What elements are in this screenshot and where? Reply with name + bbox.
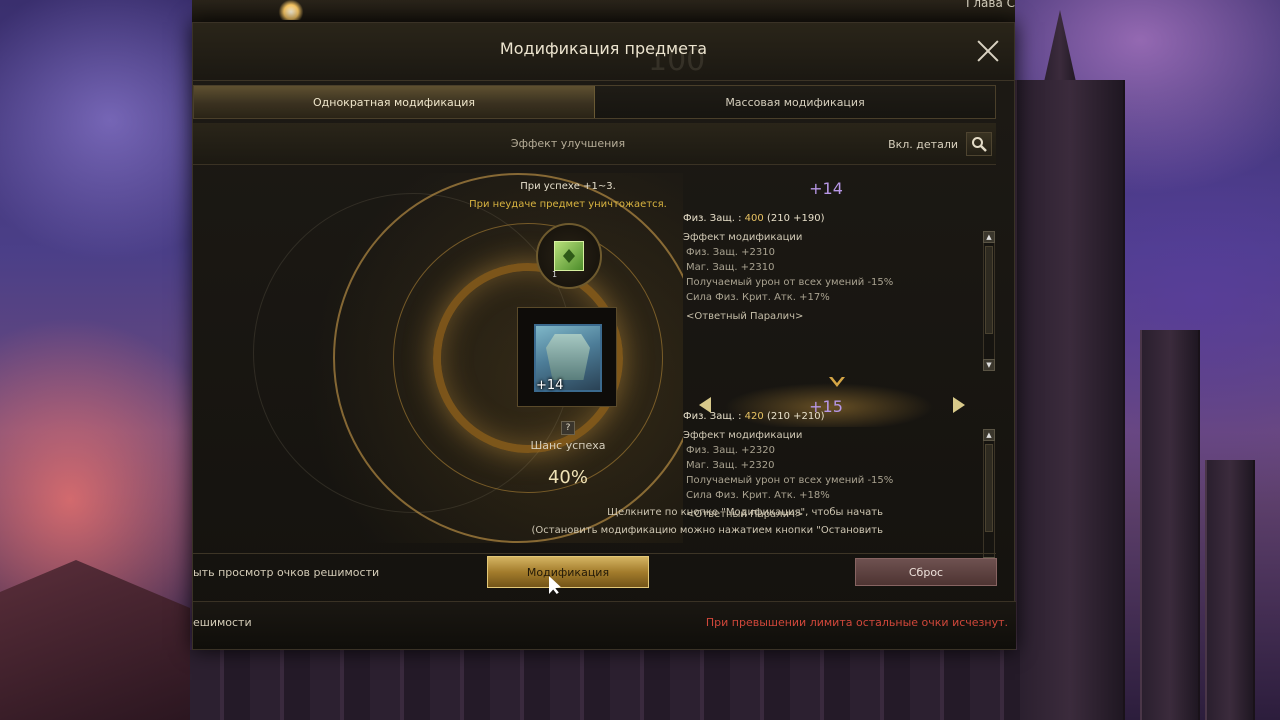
footer: ешимости При превышении лимита остальные… [193, 601, 1016, 649]
stat-value: 400 [744, 213, 764, 224]
tab-single-modification[interactable]: Однократная модификация [194, 86, 595, 118]
details-toggle-label[interactable]: Вкл. детали [888, 138, 958, 151]
effect-title: Эффект модификации [683, 232, 803, 243]
item-enchant-level: +14 [536, 378, 564, 393]
current-stats: Физ. Защ. : 400 (210 +190) Эффект модифи… [683, 213, 973, 322]
effect-line: Маг. Защ. +2320 [686, 460, 775, 471]
tower [1205, 460, 1255, 720]
stat-detail: (210 +210) [766, 411, 825, 422]
reset-button[interactable]: Сброс [855, 558, 997, 586]
effect-line: Маг. Защ. +2310 [686, 262, 775, 273]
divider [193, 553, 996, 554]
scroll-up-icon[interactable]: ▲ [983, 231, 995, 243]
success-chance-label: Шанс успеха [530, 439, 606, 452]
search-icon[interactable] [966, 132, 992, 156]
effect-line: Получаемый урон от всех умений -15% [686, 277, 894, 288]
tower [1015, 80, 1125, 720]
stat-main: Физ. Защ. : 400 (210 +190) [683, 213, 973, 224]
footer-label: ешимости [193, 616, 252, 629]
tower [1140, 330, 1200, 720]
effect-line: Получаемый урон от всех умений -15% [686, 475, 894, 486]
effect-line: Физ. Защ. +2320 [686, 445, 775, 456]
tab-mass-modification[interactable]: Массовая модификация [595, 86, 995, 118]
skill-name: <Ответный Паралич> [686, 509, 804, 520]
scrollbar-thumb[interactable] [985, 246, 993, 334]
limit-warning: При превышении лимита остальные очки исч… [705, 616, 1008, 629]
flame-icon [278, 0, 304, 20]
effect-line: Сила Физ. Крит. Атк. +17% [686, 292, 830, 303]
scroll-count: 1 [552, 270, 558, 279]
enchant-scroll-icon [554, 241, 584, 271]
current-level: +14 [809, 179, 843, 198]
close-icon[interactable] [974, 37, 1002, 65]
window-title: Модификация предмета [499, 39, 708, 58]
stat-detail: (210 +190) [766, 213, 825, 224]
scrollbar[interactable] [983, 231, 995, 371]
stat-name: Физ. Защ. : [683, 411, 742, 422]
effect-bar: Эффект улучшения Вкл. детали [193, 123, 996, 165]
scroll-down-icon[interactable]: ▼ [983, 359, 995, 371]
chevron-down-icon [829, 377, 845, 387]
tab-bar: Однократная модификация Массовая модифик… [193, 85, 996, 119]
resolve-preview-toggle[interactable]: ыть просмотр очков решимости [193, 566, 379, 579]
castle-wall [190, 650, 1020, 720]
scroll-slot[interactable]: 1 [536, 223, 602, 289]
stat-value: 420 [744, 411, 764, 422]
modification-window: 100 Модификация предмета Однократная мод… [192, 22, 1016, 650]
scrollbar-thumb[interactable] [985, 444, 993, 532]
stat-name: Физ. Защ. : [683, 213, 742, 224]
effect-title: Эффект модификации [683, 430, 803, 441]
top-strip-text: Глава С [966, 0, 1015, 10]
effect-label: Эффект улучшения [510, 137, 626, 150]
stat-main: Физ. Защ. : 420 (210 +210) [683, 411, 973, 422]
skill-name: <Ответный Паралич> [686, 311, 804, 322]
modify-button[interactable]: Модификация [487, 556, 649, 588]
effect-line: Сила Физ. Крит. Атк. +18% [686, 490, 830, 501]
item-slot[interactable]: +14 [517, 307, 617, 407]
top-strip: Глава С [192, 0, 1015, 22]
effect-line: Физ. Защ. +2310 [686, 247, 775, 258]
help-icon[interactable]: ? [561, 421, 575, 435]
scroll-up-icon[interactable]: ▲ [983, 429, 995, 441]
success-chance-value: 40% [547, 467, 588, 488]
title-bar: 100 Модификация предмета [193, 23, 1014, 81]
next-stats: Физ. Защ. : 420 (210 +210) Эффект модифи… [683, 411, 973, 520]
stats-panel: +14 Физ. Защ. : 400 (210 +190) Эффект мо… [681, 173, 997, 569]
scrollbar[interactable] [983, 429, 995, 569]
